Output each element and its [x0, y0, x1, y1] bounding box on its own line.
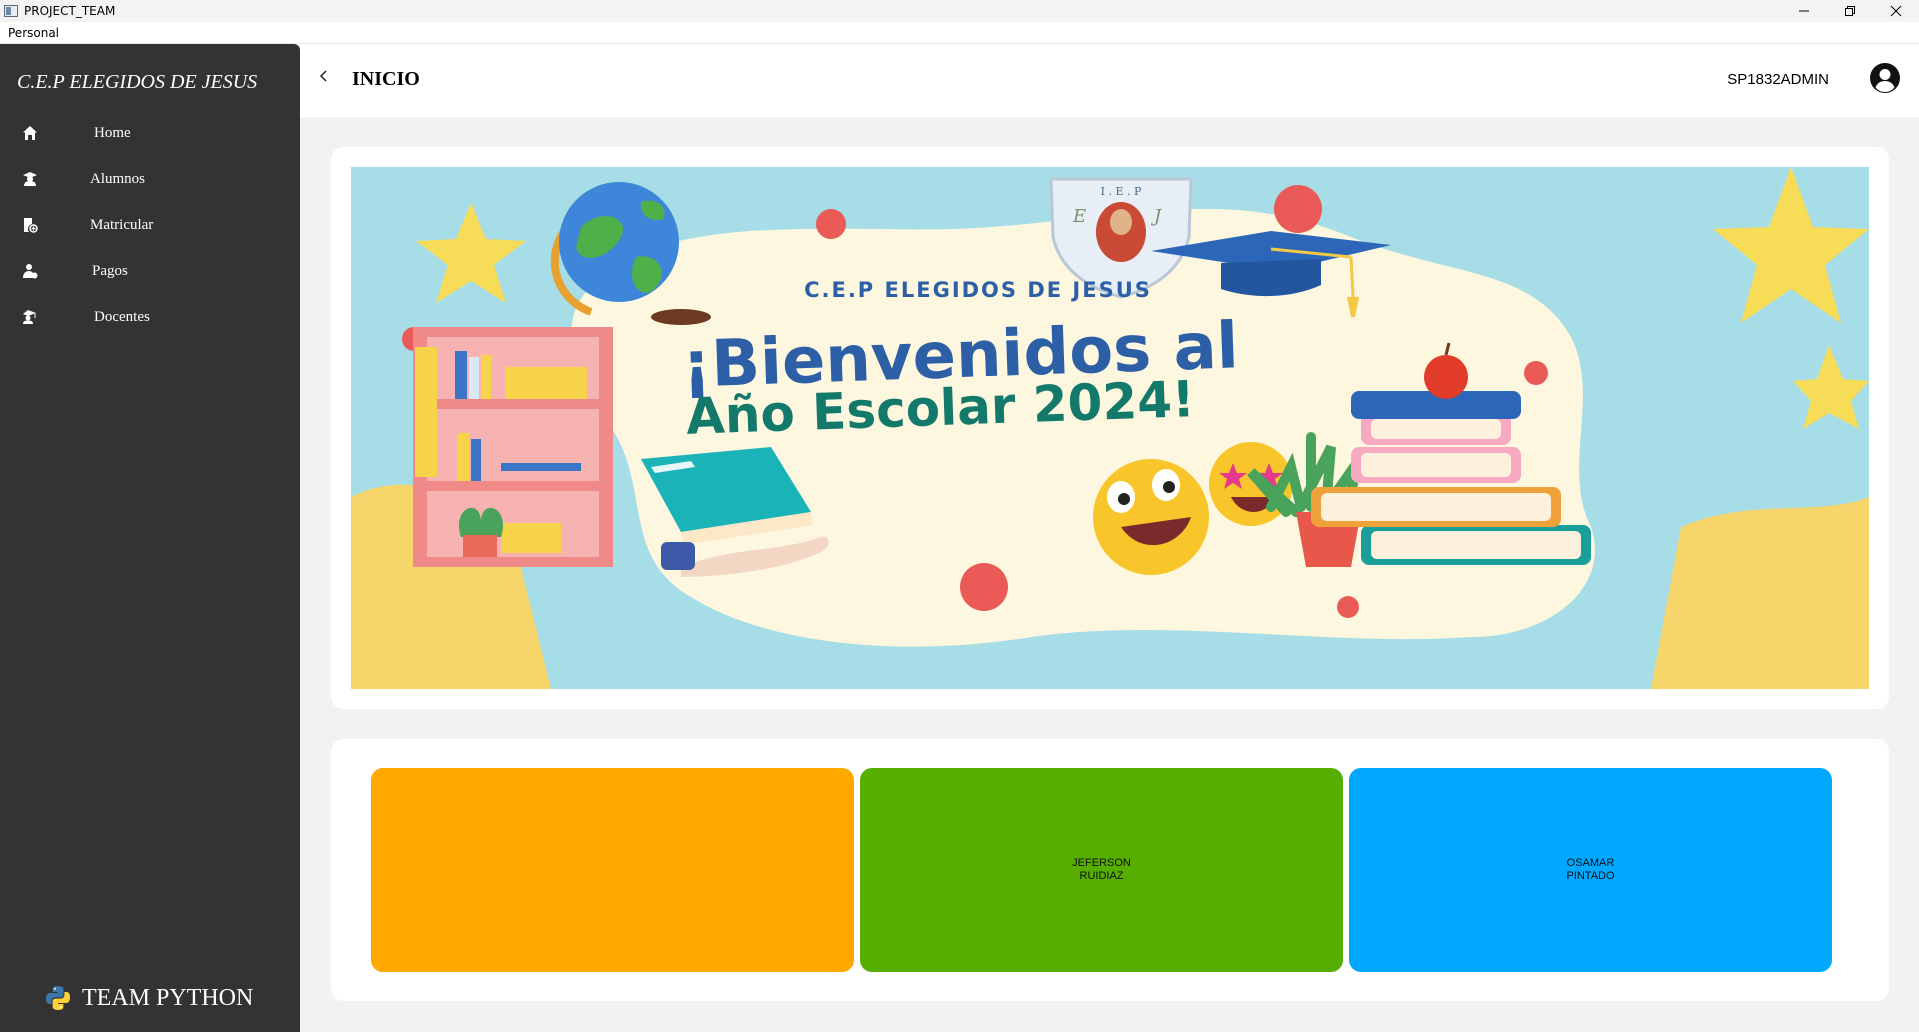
- sidebar-item-label: Docentes: [94, 308, 150, 325]
- sidebar-item-label: Matricular: [90, 216, 154, 233]
- back-button[interactable]: [314, 66, 334, 86]
- home-icon: [0, 125, 60, 141]
- welcome-banner: I . E . P E J C.E.P ELEGIDOS DE JESUS ¡B…: [351, 167, 1869, 689]
- user-name: SP1832ADMIN: [1727, 71, 1829, 88]
- restore-button[interactable]: [1827, 0, 1873, 22]
- sidebar-nav: Home Alumnos Matricular Pagos Docentes: [0, 110, 300, 340]
- close-button[interactable]: [1873, 0, 1919, 22]
- teacher-icon: [0, 309, 60, 325]
- footer-brand: TEAM PYTHON: [44, 984, 253, 1012]
- python-logo-icon: [46, 986, 70, 1010]
- team-tiles-card: JEFERSON RUIDIAZ OSAMAR PINTADO: [331, 739, 1889, 1001]
- banner-school: C.E.P ELEGIDOS DE JESUS: [804, 278, 1152, 302]
- close-icon: [1890, 5, 1902, 17]
- banner-card: I . E . P E J C.E.P ELEGIDOS DE JESUS ¡B…: [331, 147, 1889, 709]
- menubar: Personal: [0, 22, 1919, 44]
- sidebar-item-label: Home: [94, 124, 131, 141]
- window-controls: [1781, 0, 1919, 22]
- sidebar-item-matricular[interactable]: Matricular: [0, 202, 300, 248]
- window-title: PROJECT_TEAM: [24, 4, 116, 18]
- tile-name-line1: JEFERSON: [1072, 857, 1131, 869]
- welcome-banner-art: I . E . P E J C.E.P ELEGIDOS DE JESUS ¡B…: [351, 167, 1869, 689]
- team-tile-2[interactable]: JEFERSON RUIDIAZ: [860, 768, 1343, 972]
- student-icon: [0, 171, 60, 187]
- team-tile-1[interactable]: [371, 768, 854, 972]
- sidebar-item-label: Pagos: [92, 262, 128, 279]
- restore-icon: [1845, 6, 1855, 16]
- payments-icon: [0, 263, 60, 279]
- menu-personal[interactable]: Personal: [0, 22, 67, 44]
- tile-name-line2: PINTADO: [1566, 870, 1615, 882]
- sidebar-item-alumnos[interactable]: Alumnos: [0, 156, 300, 202]
- header: INICIO SP1832ADMIN: [300, 44, 1919, 117]
- page-title: INICIO: [352, 68, 420, 90]
- chevron-left-icon: [319, 70, 327, 82]
- footer-brand-label: TEAM PYTHON: [82, 984, 254, 1011]
- tile-name-line2: RUIDIAZ: [1079, 870, 1124, 882]
- sidebar-item-pagos[interactable]: Pagos: [0, 248, 300, 294]
- minimize-icon: [1799, 10, 1809, 12]
- crest-initial-left: E: [1072, 206, 1086, 227]
- app-icon: [4, 5, 18, 17]
- sidebar-item-label: Alumnos: [90, 170, 146, 187]
- team-tile-3[interactable]: OSAMAR PINTADO: [1349, 768, 1832, 972]
- sidebar-brand: C.E.P ELEGIDOS DE JESUS: [17, 71, 258, 93]
- sidebar: C.E.P ELEGIDOS DE JESUS Home Alumnos Mat…: [0, 44, 300, 1032]
- main-content: I . E . P E J C.E.P ELEGIDOS DE JESUS ¡B…: [300, 117, 1919, 1032]
- enroll-icon: [0, 217, 60, 233]
- minimize-button[interactable]: [1781, 0, 1827, 22]
- sidebar-item-home[interactable]: Home: [0, 110, 300, 156]
- tile-name-line1: OSAMAR: [1566, 857, 1615, 869]
- user-avatar-icon[interactable]: [1869, 62, 1901, 94]
- crest-text: I . E . P: [1101, 185, 1142, 198]
- window-titlebar: PROJECT_TEAM: [0, 0, 1919, 22]
- sidebar-item-docentes[interactable]: Docentes: [0, 294, 300, 340]
